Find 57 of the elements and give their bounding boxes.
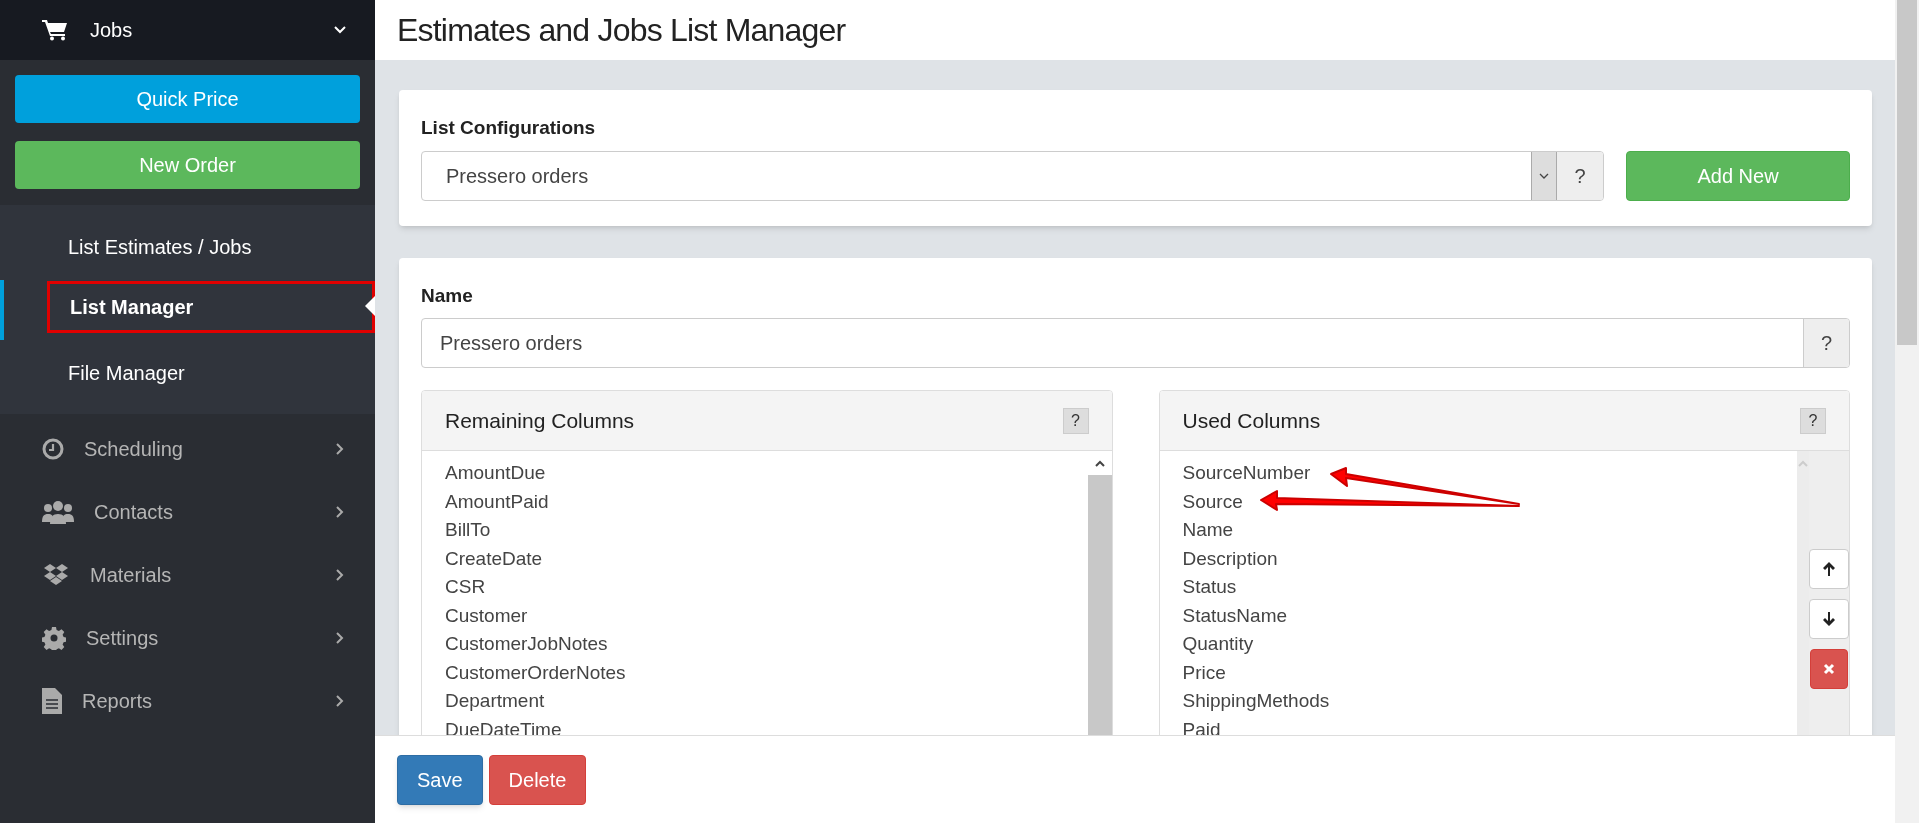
panel-title: Used Columns xyxy=(1182,407,1321,434)
users-icon xyxy=(42,499,74,524)
sidebar-menu-item[interactable]: Contacts xyxy=(0,480,375,543)
section-label: Jobs xyxy=(90,18,134,43)
list-option[interactable]: Source xyxy=(1182,487,1797,516)
list-option[interactable]: CustomerOrderNotes xyxy=(445,658,1088,687)
document-icon xyxy=(42,687,62,714)
scroll-up-icon[interactable] xyxy=(1093,459,1106,469)
list-option[interactable]: BillTo xyxy=(445,516,1088,545)
help-button[interactable]: ? xyxy=(1062,407,1089,434)
close-icon xyxy=(1823,663,1835,675)
list-option[interactable]: Quantity xyxy=(1182,630,1797,659)
list-option[interactable]: SourceNumber xyxy=(1182,459,1797,488)
list-option[interactable]: AmountDue xyxy=(445,459,1088,488)
list-option[interactable]: AmountPaid xyxy=(445,487,1088,516)
arrow-down-icon xyxy=(1821,611,1837,627)
help-button[interactable]: ? xyxy=(1800,407,1826,434)
save-button[interactable]: Save xyxy=(397,754,483,805)
list-option[interactable]: Price xyxy=(1182,658,1797,687)
sidebar-menu-item[interactable]: Materials xyxy=(0,543,375,606)
list-option[interactable]: Customer xyxy=(445,601,1088,630)
sidebar-item[interactable]: File Manager xyxy=(0,357,185,388)
list-option[interactable]: ShippingMethods xyxy=(1182,687,1797,716)
list-option[interactable]: CreateDate xyxy=(445,544,1088,573)
list-option[interactable]: Status xyxy=(1182,573,1797,602)
panel-title: Remaining Columns xyxy=(445,407,635,434)
list-option[interactable]: CSR xyxy=(445,573,1088,602)
sidebar-item[interactable]: List Estimates / Jobs xyxy=(0,231,252,262)
page-title: Estimates and Jobs List Manager xyxy=(397,11,846,50)
delete-button[interactable]: Delete xyxy=(488,754,587,805)
list-option[interactable]: Department xyxy=(445,687,1088,716)
field-label: Name xyxy=(421,283,474,308)
clock-icon xyxy=(42,437,64,460)
list-option[interactable]: Description xyxy=(1182,544,1797,573)
settings-icon xyxy=(42,625,66,650)
list-configuration-dropdown[interactable]: Pressero orders ? xyxy=(421,150,1604,201)
list-option[interactable]: DueDateTime xyxy=(445,715,1088,735)
move-down-button[interactable] xyxy=(1809,599,1849,639)
sidebar-menu-item[interactable]: Scheduling xyxy=(0,417,375,480)
caret-icon xyxy=(1531,151,1557,200)
list-scrollbar[interactable] xyxy=(1797,451,1809,735)
sidebar-menu-item[interactable]: Settings xyxy=(0,606,375,669)
sidebar-section-header[interactable]: Jobs xyxy=(0,0,375,60)
list-option[interactable]: StatusName xyxy=(1182,601,1797,630)
move-up-button[interactable] xyxy=(1809,549,1849,589)
list-option[interactable]: CustomerJobNotes xyxy=(445,630,1088,659)
remove-button[interactable] xyxy=(1810,649,1848,689)
arrow-up-icon xyxy=(1821,561,1837,577)
sidebar-menu-item[interactable]: Reports xyxy=(0,669,375,732)
sidebar-item[interactable]: List Manager xyxy=(47,281,375,333)
list-option[interactable]: Name xyxy=(1182,516,1797,545)
cart-icon xyxy=(42,19,68,41)
boxes-icon xyxy=(42,562,70,587)
name-field[interactable]: Pressero orders ? xyxy=(421,318,1850,368)
scrollbar[interactable] xyxy=(1895,0,1919,823)
list-option[interactable]: Paid xyxy=(1182,715,1797,735)
field-label: List Configurations xyxy=(421,116,597,140)
